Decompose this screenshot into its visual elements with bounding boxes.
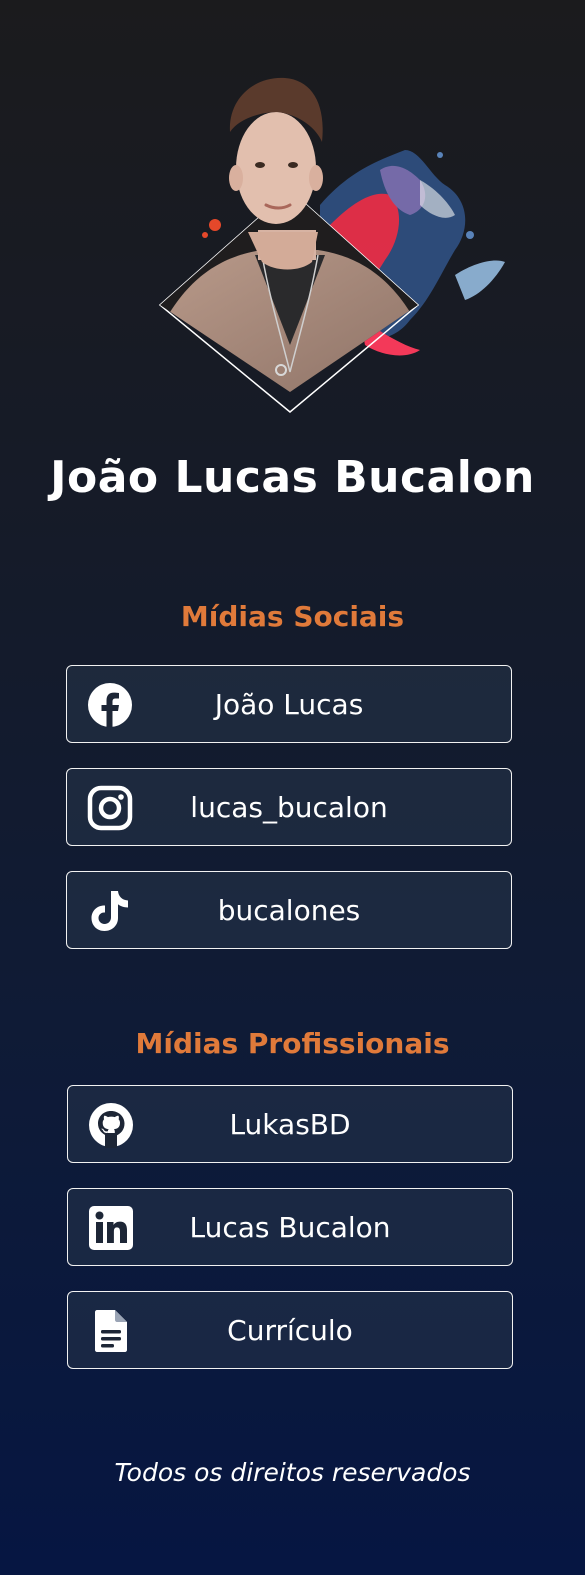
social-section-title: Mídias Sociais	[180, 600, 405, 633]
profile-avatar	[158, 77, 505, 413]
professional-section-title: Mídias Profissionais	[135, 1027, 450, 1060]
footer-copyright: Todos os direitos reservados	[114, 1458, 471, 1487]
github-link-button[interactable]: LukasBD	[67, 1085, 513, 1163]
instagram-link-label: lucas_bucalon	[190, 790, 388, 824]
facebook-link-label: João Lucas	[214, 687, 364, 721]
facebook-link-button[interactable]: João Lucas	[66, 665, 512, 743]
instagram-link-button[interactable]: lucas_bucalon	[66, 768, 512, 846]
github-link-label: LukasBD	[229, 1107, 351, 1141]
linkedin-link-label: Lucas Bucalon	[189, 1210, 391, 1244]
tiktok-link-label: bucalones	[217, 893, 361, 927]
profile-name: João Lucas Bucalon	[50, 452, 535, 503]
linkedin-link-button[interactable]: Lucas Bucalon	[67, 1188, 513, 1266]
tiktok-link-button[interactable]: bucalones	[66, 871, 512, 949]
resume-link-button[interactable]: Currículo	[67, 1291, 513, 1369]
resume-link-label: Currículo	[227, 1313, 353, 1347]
profile-hero	[0, 0, 585, 430]
